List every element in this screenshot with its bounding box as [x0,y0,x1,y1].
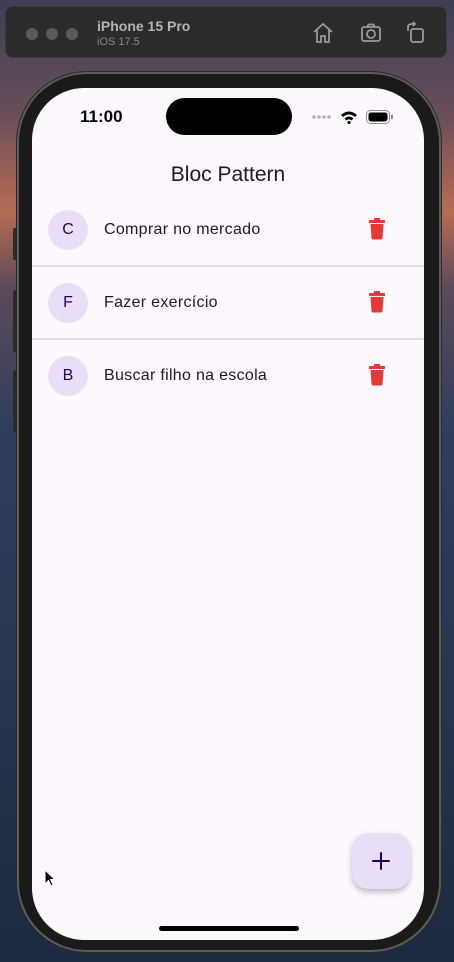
list-item-text: Comprar no mercado [104,221,261,238]
device-name: iPhone 15 Pro [97,18,191,34]
avatar: F [48,283,88,323]
delete-icon[interactable] [367,291,387,313]
home-icon[interactable] [311,21,335,45]
list-item-text: Buscar filho na escola [104,367,268,384]
minimize-window-button[interactable] [46,28,58,40]
plus-icon [372,852,390,870]
delete-icon[interactable] [367,364,387,386]
simulator-toolbar: iPhone 15 Pro iOS 17.5 [5,6,447,58]
os-version: iOS 17.5 [97,36,140,48]
action-button [13,228,17,260]
status-time: 11:00 [80,107,123,126]
add-item-button[interactable] [352,833,410,889]
volume-up-button [13,290,17,352]
status-icons [312,108,394,126]
delete-icon[interactable] [367,218,387,240]
mouse-cursor-icon [44,869,56,887]
list-item[interactable]: F Fazer exercício [32,267,424,340]
close-window-button[interactable] [26,28,38,40]
app-bar-title: Bloc Pattern [170,163,286,186]
cellular-signal-icon [312,115,331,119]
rotate-icon[interactable] [404,21,428,45]
list-item[interactable]: C Comprar no mercado [32,194,424,267]
volume-down-button [13,370,17,432]
battery-icon [366,110,393,124]
zoom-window-button[interactable] [66,28,78,40]
dynamic-island [166,98,292,135]
list-item-text: Fazer exercício [104,294,218,311]
todo-list: C Comprar no mercado F Fazer exercício B… [32,194,424,411]
phone-screen: 11:00 Bloc Pattern C Comprar no mercado [32,88,424,940]
home-indicator[interactable] [159,926,299,931]
list-item[interactable]: B Buscar filho na escola [32,340,424,411]
wifi-icon [341,111,357,124]
avatar: C [48,210,88,250]
avatar: B [48,356,88,396]
screenshot-icon[interactable] [359,21,383,45]
